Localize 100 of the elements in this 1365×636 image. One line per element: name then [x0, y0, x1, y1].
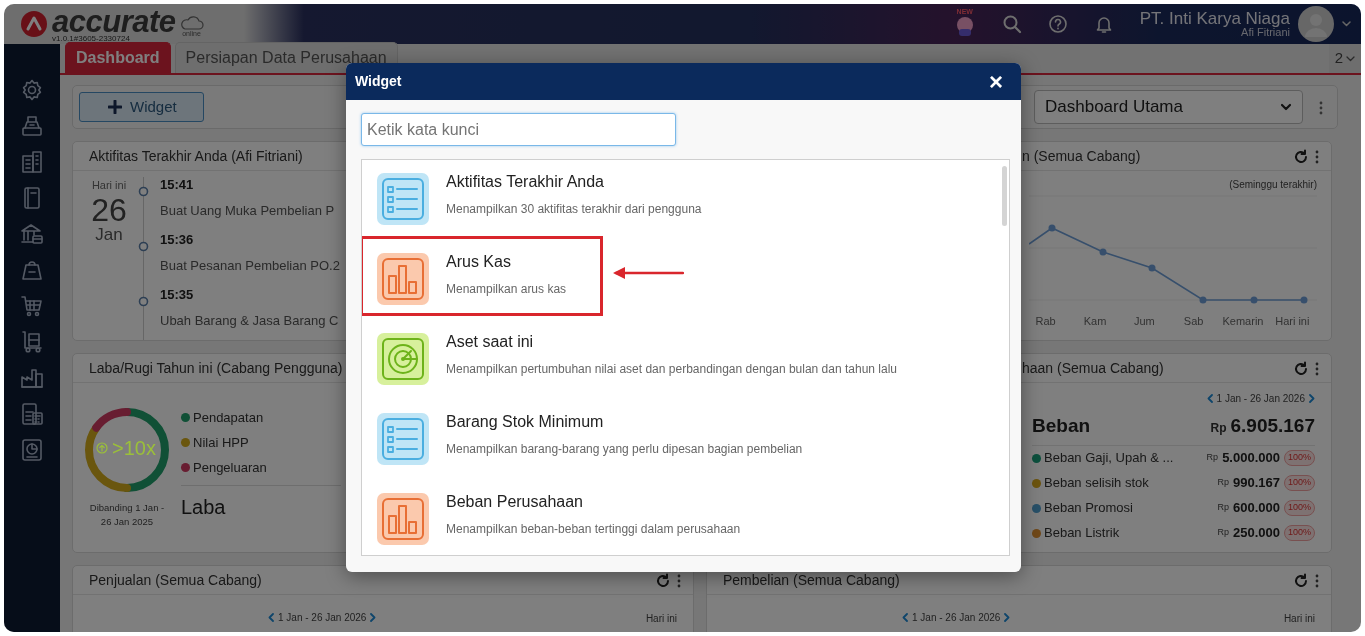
period-label: Hari ini [645, 613, 677, 624]
currency-label: Rp [1217, 526, 1229, 540]
settings-icon[interactable] [20, 78, 44, 102]
axis-label: Hari ini [1275, 315, 1310, 327]
axis-label: Kam [1083, 315, 1107, 327]
widget-title: Aktifitas Terakhir Anda [446, 172, 605, 192]
change-badge: 100% [1283, 475, 1315, 491]
change-badge: 100% [1283, 450, 1315, 466]
caret-icon[interactable] [1346, 55, 1355, 62]
category-label: Beban selisih stok [1044, 474, 1149, 493]
bank-icon[interactable] [20, 222, 44, 246]
currency-label: Rp [1210, 420, 1227, 437]
widget-item[interactable]: Aktifitas Terakhir Anda Menampilkan 30 aktifitas terakhir dari pengguna [362, 160, 1009, 240]
widget-description: Menampilkan barang-barang yang perlu dipesan bagian pembelian [446, 441, 803, 458]
expense-heading: Beban [1032, 414, 1091, 438]
chevron-icon [1280, 103, 1292, 111]
refresh-icon[interactable] [1293, 360, 1309, 377]
widget-item[interactable]: Beban Perusahaan Menampilkan beban-beban tertinggi dalam perusahaan [362, 480, 1009, 555]
bag-icon[interactable] [20, 258, 44, 282]
list-icon [376, 412, 430, 466]
period-label: Hari ini [1283, 613, 1315, 624]
factory-icon[interactable] [20, 366, 44, 390]
previous-icon[interactable] [268, 612, 274, 622]
tax-document-icon[interactable] [20, 402, 44, 426]
widget-item[interactable]: Aset saat ini Menampilkan pertumbuhan nilai aset dan perbandingan dengan bulan dan tahun lalu [362, 320, 1009, 400]
data-point [1250, 296, 1258, 304]
close-button[interactable]: × [989, 69, 1003, 94]
scrollbar-thumb[interactable] [1002, 166, 1007, 226]
data-point [1199, 296, 1207, 304]
data-point [1099, 248, 1107, 256]
expense-total: 6.905.167 [1230, 414, 1315, 438]
cloud-icon [179, 15, 204, 30]
more-icon[interactable] [677, 572, 681, 589]
activity-text: Buat Uang Muka Pembelian P [160, 203, 335, 219]
widget-title: Beban Perusahaan [446, 492, 584, 512]
version-text: v1.0.1#3605-2330724 [52, 34, 131, 43]
search-field[interactable]: Ketik kata kunci [361, 113, 676, 146]
date-range: 1 Jan - 26 Jan 2026 [912, 610, 1001, 625]
more-icon[interactable] [1315, 148, 1319, 165]
axis-label: Jum [1133, 315, 1155, 327]
logo-text: accurate [52, 5, 176, 37]
currency-label: Rp [1217, 501, 1229, 515]
legend-label: Pengeluaran [193, 458, 267, 477]
refresh-icon[interactable] [1293, 572, 1309, 589]
activity-time: 15:36 [160, 232, 195, 248]
day-label: Hari ini [91, 178, 127, 193]
previous-icon[interactable] [902, 612, 908, 622]
dialog-title: Widget [355, 72, 402, 91]
cart-icon[interactable] [20, 294, 44, 318]
bar-chart-icon [376, 252, 430, 306]
change-badge: 100% [1283, 500, 1315, 516]
widget-title: Barang Stok Minimum [446, 412, 605, 432]
previous-icon[interactable] [1206, 394, 1213, 403]
more-icon[interactable] [1315, 360, 1319, 377]
timeline-dot-icon [138, 186, 149, 198]
month-label: Jan [95, 225, 123, 245]
widget-description: Menampilkan arus kas [446, 281, 567, 298]
category-label: Beban Listrik [1044, 524, 1120, 543]
data-point [1148, 264, 1156, 272]
building-icon[interactable] [20, 150, 44, 174]
next-icon[interactable] [1004, 612, 1011, 622]
help-icon[interactable] [1047, 14, 1068, 34]
widget-description: Menampilkan pertumbuhan nilai aset dan perbandingan dengan bulan dan tahun lalu [446, 361, 897, 378]
more-icon[interactable] [1315, 572, 1319, 589]
comparison-text: Dibanding 1 Jan - 26 Jan 2025 [88, 501, 166, 529]
search-icon[interactable] [1001, 14, 1022, 34]
date-range: 1 Jan - 26 Jan 2026 [1216, 392, 1305, 406]
next-icon[interactable] [370, 612, 377, 622]
panel-title: Penjualan (Semua Cabang) [89, 571, 262, 590]
data-point [1300, 296, 1308, 304]
list-icon [376, 172, 430, 226]
date-range: 1 Jan - 26 Jan 2026 [278, 610, 367, 625]
axis-label: Sab [1183, 315, 1204, 327]
user-name: Afi Fitriani [1241, 27, 1290, 39]
amount-text: 990.167 [1232, 474, 1280, 493]
widget-item[interactable]: Barang Stok Minimum Menampilkan barang-barang yang perlu dipesan bagian pembelian [362, 400, 1009, 480]
category-label: Beban Promosi [1044, 499, 1133, 518]
panel-title: Aktifitas Terakhir Anda (Afi Fitriani) [89, 147, 303, 166]
amount-text: 250.000 [1232, 524, 1280, 543]
currency-label: Rp [1217, 476, 1229, 490]
avatar-icon[interactable] [1298, 6, 1334, 42]
refresh-icon[interactable] [1293, 148, 1309, 165]
next-icon[interactable] [1309, 394, 1315, 403]
more-icon[interactable] [1319, 99, 1323, 116]
cash-register-icon[interactable] [20, 114, 44, 138]
panel-title: Laba/Rugi Tahun ini (Cabang Pengguna) [89, 359, 343, 378]
category-label: Beban Gaji, Upah & ... [1044, 449, 1174, 468]
dashboard-select[interactable]: Dashboard Utama [1034, 90, 1303, 124]
amount-text: 5.000.000 [1222, 449, 1280, 468]
result-label: Laba [181, 496, 226, 518]
hand-truck-icon[interactable] [20, 330, 44, 354]
plus-icon [108, 100, 122, 114]
activity-text: Buat Pesanan Pembelian PO.2 [160, 258, 340, 274]
widget-item[interactable]: Arus Kas Menampilkan arus kas [362, 240, 1009, 320]
currency-label: Rp [1206, 451, 1219, 465]
arrow-icon [612, 266, 684, 280]
report-icon[interactable] [20, 438, 44, 462]
refresh-icon[interactable] [655, 572, 671, 589]
change-badge: 100% [1283, 525, 1315, 541]
period-label: (Seminggu terakhir) [1229, 178, 1317, 192]
